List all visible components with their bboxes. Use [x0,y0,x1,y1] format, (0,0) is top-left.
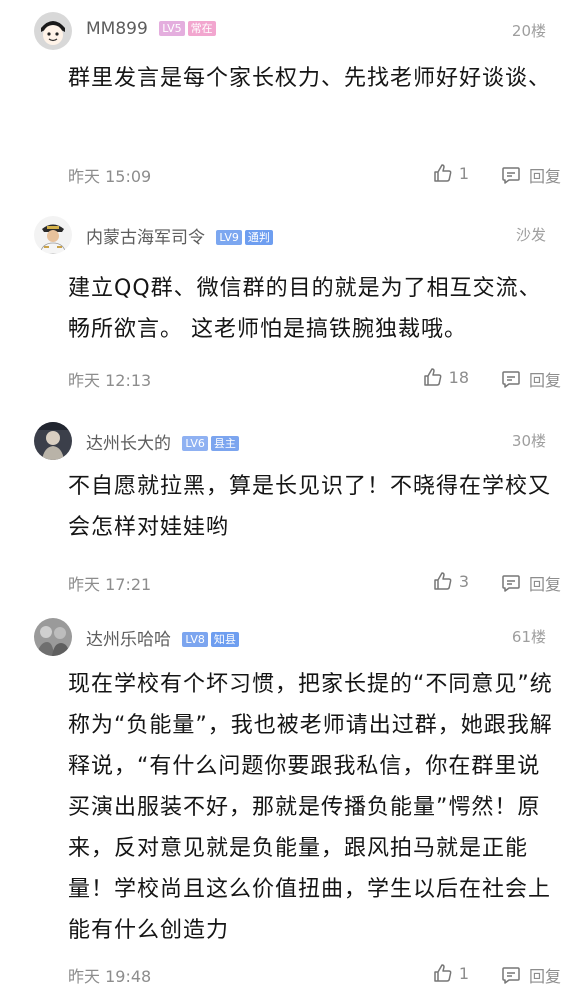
floor-number: 61楼 [511,628,546,646]
cartoon-face-avatar[interactable] [34,12,72,50]
like-count: 18 [448,367,469,387]
like-count: 1 [458,963,469,983]
level-badge: LV5 [159,21,185,36]
thumbs-up-icon [434,572,452,590]
comment-time: 昨天 12:13 [68,371,152,390]
reply-label: 回复 [528,575,561,594]
comment-text: 不自愿就拉黑，算是长见识了！不晓得在学校又会怎样对娃娃哟 [68,474,552,540]
like-button[interactable]: 18 [423,367,469,387]
comment-header: 达州乐哈哈 LV8 知县 61楼 [18,606,565,656]
like-count: 3 [458,571,469,591]
floor-number: 沙发 [515,226,546,244]
username[interactable]: 内蒙古海军司令 [86,228,205,248]
like-count: 1 [458,163,469,183]
comment-footer: 昨天 19:48 1 回复 [68,963,561,989]
username-row: MM899 LV5 常在 [86,19,216,39]
comment-item: 达州乐哈哈 LV8 知县 61楼 现在学校有个坏习惯，把家长提的“不同意见”统称… [0,606,583,1000]
username-row: 达州长大的 LV6 县主 [86,429,239,454]
reply-button[interactable]: 回复 [501,963,561,987]
title-badge: 知县 [210,632,239,647]
title-badge: 常在 [187,21,216,36]
username[interactable]: MM899 [86,19,148,39]
username-row: 达州乐哈哈 LV8 知县 [86,625,239,650]
comment-footer: 昨天 15:09 1 回复 [68,163,561,189]
comment-footer: 昨天 12:13 18 回复 [68,367,561,393]
photo-avatar[interactable] [34,422,72,460]
title-badge: 县主 [210,436,239,451]
comment-time: 昨天 15:09 [68,167,152,186]
comment-header: MM899 LV5 常在 20楼 [18,0,565,50]
comment-text: 现在学校有个坏习惯，把家长提的“不同意见”统称为“负能量”，我也被老师请出过群，… [68,672,553,943]
floor-number: 20楼 [511,22,546,40]
reply-button[interactable]: 回复 [501,571,561,595]
comment-bubble-icon [502,967,520,984]
thumbs-up-icon [423,368,442,386]
comment-bubble-icon [502,575,520,592]
level-badge: LV6 [182,436,208,451]
comment-header: 达州长大的 LV6 县主 30楼 [18,410,565,460]
comment-footer: 昨天 17:21 3 回复 [68,571,561,597]
username-row: 内蒙古海军司令 LV9 通判 [86,223,273,248]
reply-label: 回复 [528,371,561,390]
username[interactable]: 达州乐哈哈 [86,630,171,650]
thumbs-up-icon [434,164,452,182]
like-button[interactable]: 1 [433,963,469,983]
like-button[interactable]: 1 [433,163,469,183]
reply-button[interactable]: 回复 [501,367,561,391]
reply-button[interactable]: 回复 [501,163,561,187]
floor-number: 30楼 [511,432,546,450]
level-badge: LV9 [216,230,242,245]
comment-time: 昨天 19:48 [68,967,152,986]
navy-officer-avatar[interactable] [34,216,72,254]
level-badge: LV8 [182,632,208,647]
comment-item: 达州长大的 LV6 县主 30楼 不自愿就拉黑，算是长见识了！不晓得在学校又会怎… [0,410,583,606]
reply-label: 回复 [528,967,561,986]
like-button[interactable]: 3 [433,571,469,591]
comment-bubble-icon [502,167,520,184]
comment-item: 内蒙古海军司令 LV9 通判 沙发 建立QQ群、微信群的目的就是为了相互交流、畅… [0,204,583,410]
comment-time: 昨天 17:21 [68,575,152,594]
comment-item: MM899 LV5 常在 20楼 群里发言是每个家长权力、先找老师好好谈谈、 昨… [0,0,583,204]
thumbs-up-icon [434,964,452,982]
comment-header: 内蒙古海军司令 LV9 通判 沙发 [18,204,565,254]
comment-text: 群里发言是每个家长权力、先找老师好好谈谈、 [68,66,552,91]
gray-photo-avatar[interactable] [34,618,72,656]
username[interactable]: 达州长大的 [86,434,171,454]
comment-bubble-icon [502,371,520,388]
comment-text: 建立QQ群、微信群的目的就是为了相互交流、畅所欲言。 这老师怕是搞铁腕独裁哦。 [68,276,542,342]
title-badge: 通判 [244,230,273,245]
reply-label: 回复 [528,167,561,186]
